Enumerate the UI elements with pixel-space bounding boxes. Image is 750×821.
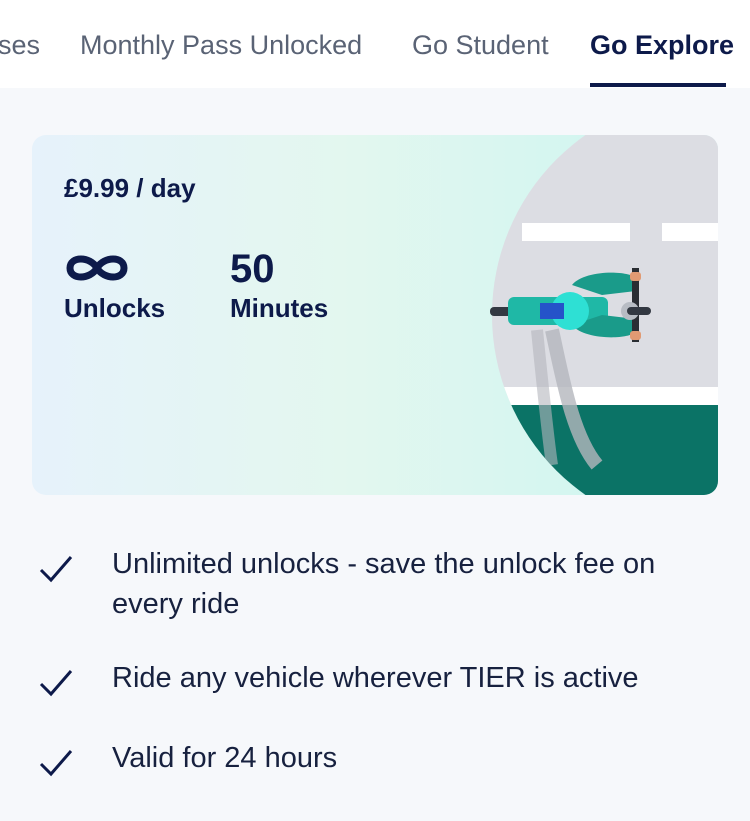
tab-passes[interactable]: ses bbox=[0, 30, 40, 61]
feature-text: Valid for 24 hours bbox=[112, 742, 338, 774]
pass-card: £9.99 / day Unlocks 50 Minutes bbox=[32, 135, 718, 495]
feature-text: Unlimited unlocks - save the unlock fee … bbox=[112, 548, 656, 620]
pass-price: £9.99 / day bbox=[64, 173, 196, 203]
tab-go-student[interactable]: Go Student bbox=[412, 30, 549, 61]
feature-text: Ride any vehicle wherever TIER is active bbox=[112, 662, 639, 694]
scooter-rider-illustration bbox=[490, 135, 718, 495]
active-tab-indicator bbox=[590, 83, 726, 87]
check-icon bbox=[39, 670, 73, 697]
tab-monthly-pass-unlocked[interactable]: Monthly Pass Unlocked bbox=[80, 30, 362, 61]
tab-bar: ses Monthly Pass Unlocked Go Student Go … bbox=[0, 0, 750, 88]
minutes-label: Minutes bbox=[230, 293, 329, 323]
infinity-icon bbox=[66, 255, 128, 281]
tab-go-explore[interactable]: Go Explore bbox=[590, 30, 734, 61]
minutes-value: 50 bbox=[230, 247, 275, 291]
check-icon bbox=[39, 556, 73, 583]
unlocks-label: Unlocks bbox=[64, 293, 166, 323]
check-icon bbox=[39, 750, 73, 777]
